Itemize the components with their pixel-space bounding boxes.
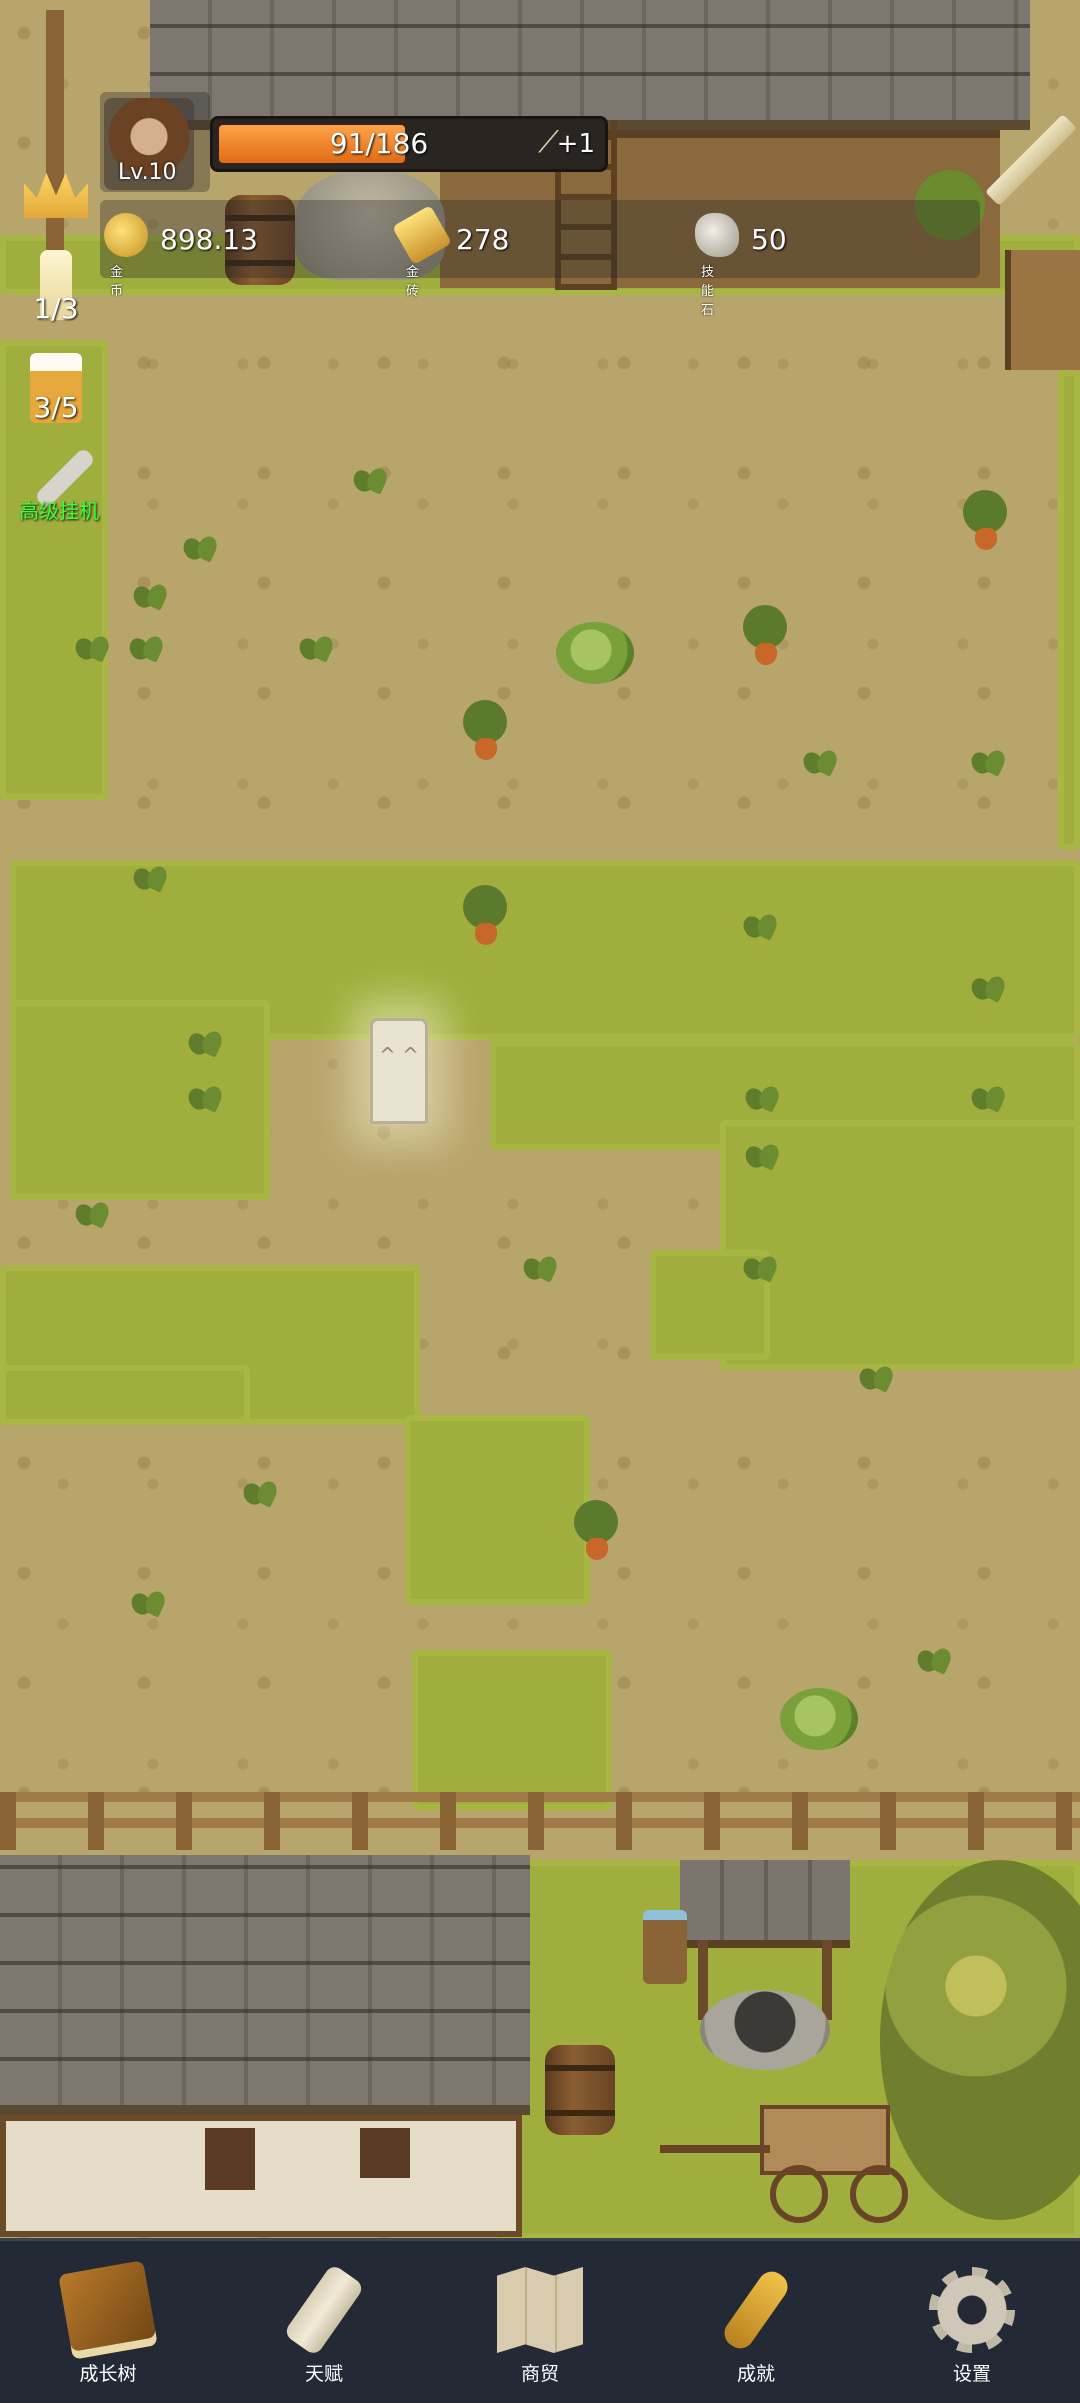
wooden-fence <box>0 1792 1080 1850</box>
scroll-icon <box>282 2263 366 2357</box>
sprout <box>130 860 170 894</box>
beer-button[interactable]: 3/5 <box>16 345 96 435</box>
gear-icon <box>929 2267 1015 2353</box>
bottom-house-wall <box>0 2115 522 2237</box>
grass-patch <box>412 1650 612 1810</box>
nav-label: 成就 <box>736 2363 775 2385</box>
barrel <box>545 2045 615 2135</box>
sprout <box>72 1196 112 1230</box>
sprout <box>740 1250 780 1284</box>
beer-count: 3/5 <box>33 391 79 424</box>
auto-idle-button[interactable]: 高级挂机 <box>4 435 114 525</box>
game-world[interactable]: ^ ^ <box>0 0 1080 2238</box>
nav-achievement[interactable]: 成就 <box>648 2241 864 2403</box>
cabbage <box>556 622 634 684</box>
hp-text: 91/186 <box>329 127 429 160</box>
gold-coin-value: 898.13 <box>160 223 258 256</box>
sprout <box>126 630 166 664</box>
water-bucket <box>643 1910 687 1984</box>
sprout <box>350 462 390 496</box>
book-icon <box>58 2260 158 2360</box>
auto-idle-label: 高级挂机 <box>19 499 99 523</box>
carrot-plant <box>455 885 515 955</box>
candle-count: 1/3 <box>33 292 79 325</box>
wooden-cart <box>660 2105 920 2223</box>
left-fence-post <box>46 10 64 270</box>
player-level: Lv.10 <box>118 160 177 185</box>
sprout <box>968 744 1008 778</box>
house-door[interactable] <box>205 2128 255 2190</box>
nav-trade[interactable]: 商贸 <box>432 2241 648 2403</box>
carrot-plant <box>566 1500 626 1570</box>
sprout <box>968 970 1008 1004</box>
key-icon <box>719 2266 793 2354</box>
sprout <box>185 1025 225 1059</box>
skill-stone-caption: 技能石 <box>701 265 715 318</box>
sprout <box>240 1475 280 1509</box>
crown-button[interactable] <box>16 160 96 230</box>
sprout <box>742 1138 782 1172</box>
nav-settings[interactable]: 设置 <box>864 2241 1080 2403</box>
sprout <box>742 1080 782 1114</box>
player-face: ^ ^ <box>379 1043 419 1067</box>
crown-icon <box>24 173 88 218</box>
water-well[interactable] <box>680 1860 850 2080</box>
candle-button[interactable]: 1/3 <box>16 240 96 330</box>
nav-label: 商贸 <box>520 2363 559 2385</box>
sprout <box>740 908 780 942</box>
sprout <box>520 1250 560 1284</box>
sprout <box>296 630 336 664</box>
player-character[interactable]: ^ ^ <box>370 1018 428 1124</box>
nav-growth-tree[interactable]: 成长树 <box>0 2241 216 2403</box>
gold-brick-caption: 金砖 <box>406 265 420 299</box>
sprout <box>800 744 840 778</box>
carrot-plant <box>955 490 1015 560</box>
sprout <box>968 1080 1008 1114</box>
gold-coin-icon <box>104 213 148 257</box>
grass-patch <box>0 1365 250 1425</box>
sprout <box>128 1585 168 1619</box>
sprout <box>72 630 112 664</box>
carrot-plant <box>455 700 515 770</box>
gold-brick-value: 278 <box>456 223 510 256</box>
grass-patch <box>405 1415 590 1605</box>
sprout <box>914 1642 954 1676</box>
sprout <box>180 530 220 564</box>
map-icon <box>497 2267 583 2353</box>
hp-regen: +1 <box>556 129 595 159</box>
right-house-wall <box>1005 250 1080 370</box>
grass-patch <box>10 1000 270 1200</box>
cabbage <box>780 1688 858 1750</box>
skill-stone-value: 50 <box>751 223 787 256</box>
nav-label: 设置 <box>952 2363 991 2385</box>
nav-label: 成长树 <box>79 2363 137 2385</box>
top-house-roof <box>150 0 1030 130</box>
skill-stone-icon <box>695 213 739 257</box>
nav-talent[interactable]: 天赋 <box>216 2241 432 2403</box>
carrot-plant <box>735 605 795 675</box>
gold-coin-caption: 金币 <box>110 265 124 299</box>
house-window <box>360 2128 410 2178</box>
bottom-house-roof <box>0 1855 530 2115</box>
bottom-nav: 成长树 天赋 商贸 成就 设置 <box>0 2238 1080 2403</box>
sprout <box>130 578 170 612</box>
nav-label: 天赋 <box>304 2363 343 2385</box>
sprout <box>856 1360 896 1394</box>
hp-bar: 91/186 ⟋ +1 <box>210 116 608 172</box>
grass-patch <box>1058 370 1080 850</box>
sprout <box>185 1080 225 1114</box>
